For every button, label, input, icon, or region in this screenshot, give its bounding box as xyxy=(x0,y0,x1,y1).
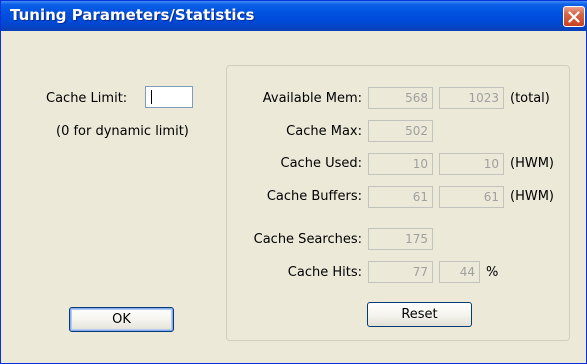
total-mem-field: 1023 xyxy=(439,87,504,109)
cache-hits-field: 77 xyxy=(368,261,433,283)
cache-limit-note: (0 for dynamic limit) xyxy=(56,124,189,139)
cache-limit-input[interactable] xyxy=(145,86,193,108)
available-mem-label: Available Mem: xyxy=(262,91,362,106)
available-mem-field: 568 xyxy=(368,87,433,109)
cache-used-hwm-suffix: (HWM) xyxy=(510,156,554,171)
close-icon xyxy=(568,10,580,23)
cache-buffers-hwm-suffix: (HWM) xyxy=(510,189,554,204)
cache-used-field: 10 xyxy=(368,153,433,175)
cache-hits-percent-field: 44 xyxy=(439,261,480,283)
close-button[interactable] xyxy=(563,6,585,27)
cache-buffers-label: Cache Buffers: xyxy=(266,189,362,204)
percent-suffix: % xyxy=(486,265,499,280)
cache-limit-label: Cache Limit: xyxy=(46,91,128,106)
cache-buffers-field: 61 xyxy=(368,186,433,208)
dialog-window: Tuning Parameters/Statistics Cache Limit… xyxy=(0,0,587,364)
reset-button[interactable]: Reset xyxy=(367,302,472,327)
cache-searches-field: 175 xyxy=(368,228,433,250)
text-caret xyxy=(151,89,152,104)
cache-searches-label: Cache Searches: xyxy=(253,232,362,247)
cache-used-hwm-field: 10 xyxy=(439,153,504,175)
window-title: Tuning Parameters/Statistics xyxy=(10,6,255,24)
cache-max-field: 502 xyxy=(368,120,433,142)
total-suffix: (total) xyxy=(510,91,550,106)
cache-buffers-hwm-field: 61 xyxy=(439,186,504,208)
cache-max-label: Cache Max: xyxy=(286,124,362,139)
cache-used-label: Cache Used: xyxy=(280,156,362,171)
ok-button[interactable]: OK xyxy=(69,307,174,332)
cache-hits-label: Cache Hits: xyxy=(287,265,362,280)
title-bar[interactable]: Tuning Parameters/Statistics xyxy=(1,1,587,31)
